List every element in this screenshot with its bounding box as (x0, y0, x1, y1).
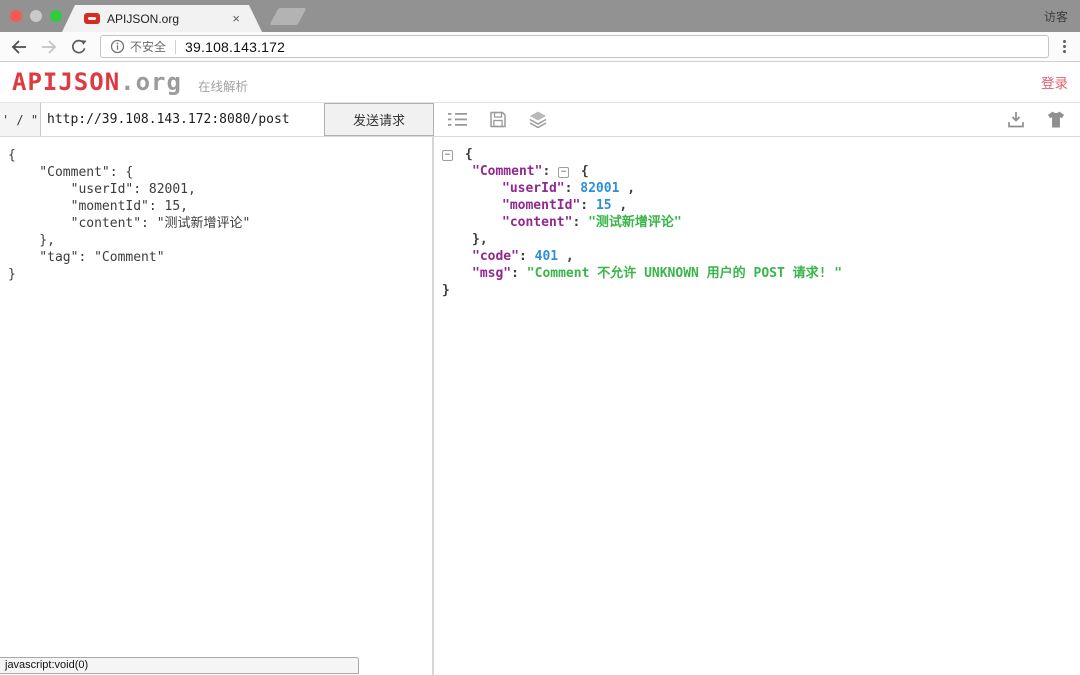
json-token-key: "Comment" (472, 164, 543, 179)
new-tab-button[interactable] (269, 8, 307, 25)
json-token-plain: } (442, 283, 450, 298)
omnibox-divider (175, 39, 177, 54)
response-panel: − {"Comment": − {"userId": 82001 , "momen… (434, 137, 1080, 675)
tab-title: APIJSON.org (107, 11, 180, 26)
response-json-viewer: − {"Comment": − {"userId": 82001 , "momen… (442, 146, 1072, 299)
site-subtitle: 在线解析 (197, 79, 248, 94)
json-line: "msg": "Comment 不允许 UNKNOWN 用户的 POST 请求!… (442, 265, 1072, 282)
json-token-plain: }, (472, 232, 488, 247)
json-token-plain: , (619, 181, 636, 196)
collapse-toggle-icon[interactable]: − (442, 150, 453, 161)
browser-window: APIJSON.org × 访客 不安全 39.108.143.172 APIJ… (0, 0, 1080, 675)
download-icon[interactable] (1006, 111, 1026, 128)
info-icon[interactable] (110, 39, 125, 54)
response-toolbar (434, 103, 1080, 136)
tab-close-icon[interactable]: × (232, 11, 240, 26)
login-link[interactable]: 登录 (1041, 72, 1068, 92)
url-text: 39.108.143.172 (185, 38, 286, 55)
request-panel: { "Comment": { "userId": 82001, "momentI… (0, 137, 434, 675)
json-line: "code": 401 , (442, 248, 1072, 265)
json-token-plain: : (564, 181, 581, 196)
logo-suffix: .org (120, 68, 182, 96)
request-bar: ' / " 发送请求 (0, 103, 1080, 137)
json-token-plain: : (511, 266, 527, 281)
tab-strip: APIJSON.org × 访客 (0, 0, 1080, 32)
request-editor[interactable]: { "Comment": { "userId": 82001, "momentI… (8, 147, 424, 283)
apijson-favicon-icon (84, 13, 100, 24)
request-controls: ' / " 发送请求 (0, 103, 434, 136)
json-token-plain: : (518, 249, 535, 264)
json-token-plain: { (457, 147, 473, 162)
reload-icon[interactable] (70, 39, 88, 55)
json-token-key: "momentId" (502, 198, 581, 213)
address-bar[interactable]: 不安全 39.108.143.172 (100, 35, 1049, 58)
json-token-key: "msg" (472, 266, 512, 281)
minimize-window-button[interactable] (30, 10, 42, 22)
save-icon[interactable] (488, 111, 508, 128)
security-label: 不安全 (130, 40, 167, 54)
collapse-toggle-icon[interactable]: − (558, 167, 570, 178)
json-token-key: "code" (472, 249, 519, 264)
layers-icon[interactable] (528, 111, 548, 128)
json-token-num: 82001 (580, 181, 620, 196)
browser-menu-icon[interactable] (1059, 37, 1070, 56)
browser-toolbar: 不安全 39.108.143.172 (0, 32, 1080, 62)
json-token-num: 15 (595, 198, 612, 213)
request-url-input[interactable] (41, 103, 324, 136)
main-content: { "Comment": { "userId": 82001, "momentI… (0, 137, 1080, 675)
json-line: "momentId": 15 , (442, 197, 1072, 214)
profile-label: 访客 (1043, 10, 1068, 24)
json-token-key: "content" (502, 215, 573, 230)
json-token-num: 401 (534, 249, 559, 264)
site-logo[interactable]: APIJSON.org (12, 68, 182, 96)
browser-tab[interactable]: APIJSON.org × (62, 5, 262, 32)
json-line: "content": "测试新增评论" (442, 214, 1072, 231)
json-token-plain: : (580, 198, 596, 213)
json-token-plain: { (573, 164, 589, 179)
json-token-key: "userId" (502, 181, 565, 196)
json-token-str: "测试新增评论" (588, 215, 682, 230)
json-line: }, (442, 231, 1072, 248)
json-token-plain: , (611, 198, 628, 213)
json-line: − { (442, 146, 1072, 163)
json-line: "Comment": − { (442, 163, 1072, 180)
theme-shirt-icon[interactable] (1046, 111, 1066, 128)
json-line: } (442, 282, 1072, 299)
back-icon[interactable] (10, 39, 28, 55)
format-list-icon[interactable] (448, 111, 468, 128)
status-bar: javascript:void(0) (0, 657, 359, 674)
forward-icon[interactable] (40, 39, 58, 55)
send-request-button[interactable]: 发送请求 (324, 103, 434, 136)
json-line: "userId": 82001 , (442, 180, 1072, 197)
json-token-str: "Comment 不允许 UNKNOWN 用户的 POST 请求! " (526, 266, 843, 281)
json-token-plain: , (558, 249, 574, 264)
quote-toggle-button[interactable]: ' / " (0, 103, 41, 136)
json-token-plain: : (542, 164, 559, 179)
json-token-plain: : (572, 215, 589, 230)
close-window-button[interactable] (10, 10, 22, 22)
window-controls (10, 10, 62, 22)
zoom-window-button[interactable] (50, 10, 62, 22)
site-header: APIJSON.org 在线解析 登录 (0, 62, 1080, 103)
logo-primary: APIJSON (12, 68, 121, 96)
